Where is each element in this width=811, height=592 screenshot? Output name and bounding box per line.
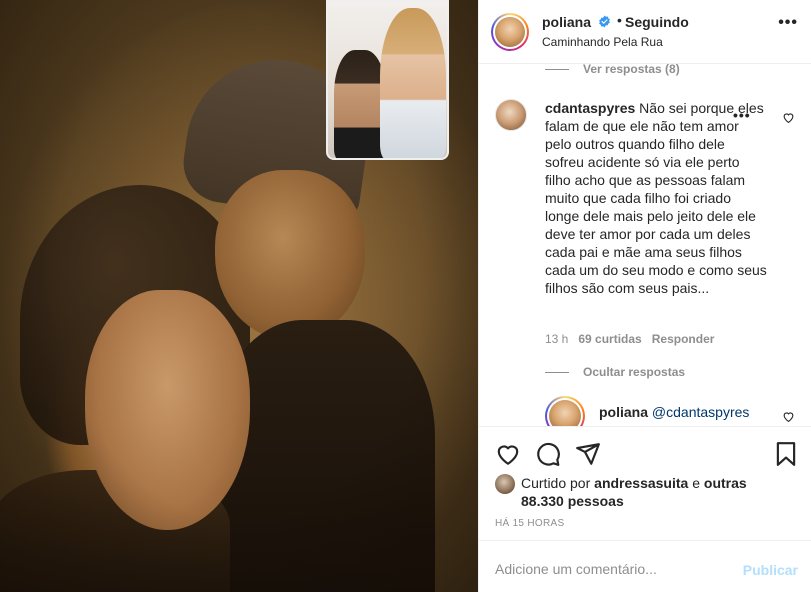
reply-like-icon[interactable] xyxy=(782,410,795,423)
avatar[interactable] xyxy=(491,13,529,51)
reply-text: poliana @cdantaspyres xyxy=(599,404,749,420)
replies-line xyxy=(545,371,569,373)
heart-outline-icon[interactable] xyxy=(495,441,521,467)
post-photo[interactable] xyxy=(0,0,478,592)
post-timestamp[interactable]: HÁ 15 HORAS xyxy=(495,518,564,529)
comment-options-icon[interactable]: ••• xyxy=(733,107,751,123)
post-sidebar: poliana • Seguindo Caminhando Pela Rua •… xyxy=(478,0,811,592)
comment-bubble-icon[interactable] xyxy=(535,441,561,467)
post-header: poliana • Seguindo Caminhando Pela Rua •… xyxy=(479,0,811,64)
inset-person-right xyxy=(380,8,446,158)
liker-avatar[interactable] xyxy=(495,474,515,494)
add-comment-bar: Publicar xyxy=(479,540,811,592)
more-options-icon[interactable]: ••• xyxy=(778,14,798,32)
publish-button[interactable]: Publicar xyxy=(743,562,798,578)
comment-like-icon[interactable] xyxy=(782,111,795,124)
comment-body: Não sei porque eles falam de que ele não… xyxy=(545,100,767,296)
bookmark-icon[interactable] xyxy=(773,441,799,467)
view-replies-label: Ver respostas (8) xyxy=(583,64,680,76)
post-location[interactable]: Caminhando Pela Rua xyxy=(542,35,663,49)
reply-avatar[interactable] xyxy=(545,396,585,426)
reply-username[interactable]: poliana xyxy=(599,404,648,420)
comment-likes-count[interactable]: 69 curtidas xyxy=(578,332,641,346)
reply-button[interactable]: Responder xyxy=(652,332,715,346)
hide-replies-button[interactable]: Ocultar respostas xyxy=(545,365,685,379)
liked-by-prefix: Curtido por xyxy=(521,475,591,491)
inset-person-left xyxy=(334,50,386,158)
likes-text: Curtido por andressasuita e outras 88.33… xyxy=(521,474,771,510)
post-username[interactable]: poliana xyxy=(542,14,591,30)
likes-summary: Curtido por andressasuita e outras 88.33… xyxy=(495,472,795,510)
commenter-avatar[interactable] xyxy=(495,99,527,131)
comment-text: cdantaspyres Não sei porque eles falam d… xyxy=(545,99,767,297)
comment-time: 13 h xyxy=(545,332,569,346)
replies-line xyxy=(545,68,569,70)
comment-input[interactable] xyxy=(495,561,725,577)
comments-list[interactable]: Ver respostas (8) cdantaspyres Não sei p… xyxy=(479,64,811,426)
likes-conjunction: e xyxy=(692,475,701,491)
photo-inset-picture xyxy=(326,0,449,160)
following-button[interactable]: Seguindo xyxy=(625,14,689,30)
paper-plane-icon[interactable] xyxy=(575,441,601,467)
separator-dot: • xyxy=(617,12,622,28)
view-replies-button[interactable]: Ver respostas (8) xyxy=(545,64,680,76)
verified-badge-icon xyxy=(599,15,610,28)
reply-mention[interactable]: @cdantaspyres xyxy=(652,404,749,420)
liker-username[interactable]: andressasuita xyxy=(594,475,688,491)
hide-replies-label: Ocultar respostas xyxy=(583,365,686,379)
comment-meta: 13 h 69 curtidas Responder xyxy=(545,332,714,346)
commenter-username[interactable]: cdantaspyres xyxy=(545,100,635,116)
post-actions-bar xyxy=(479,426,811,470)
